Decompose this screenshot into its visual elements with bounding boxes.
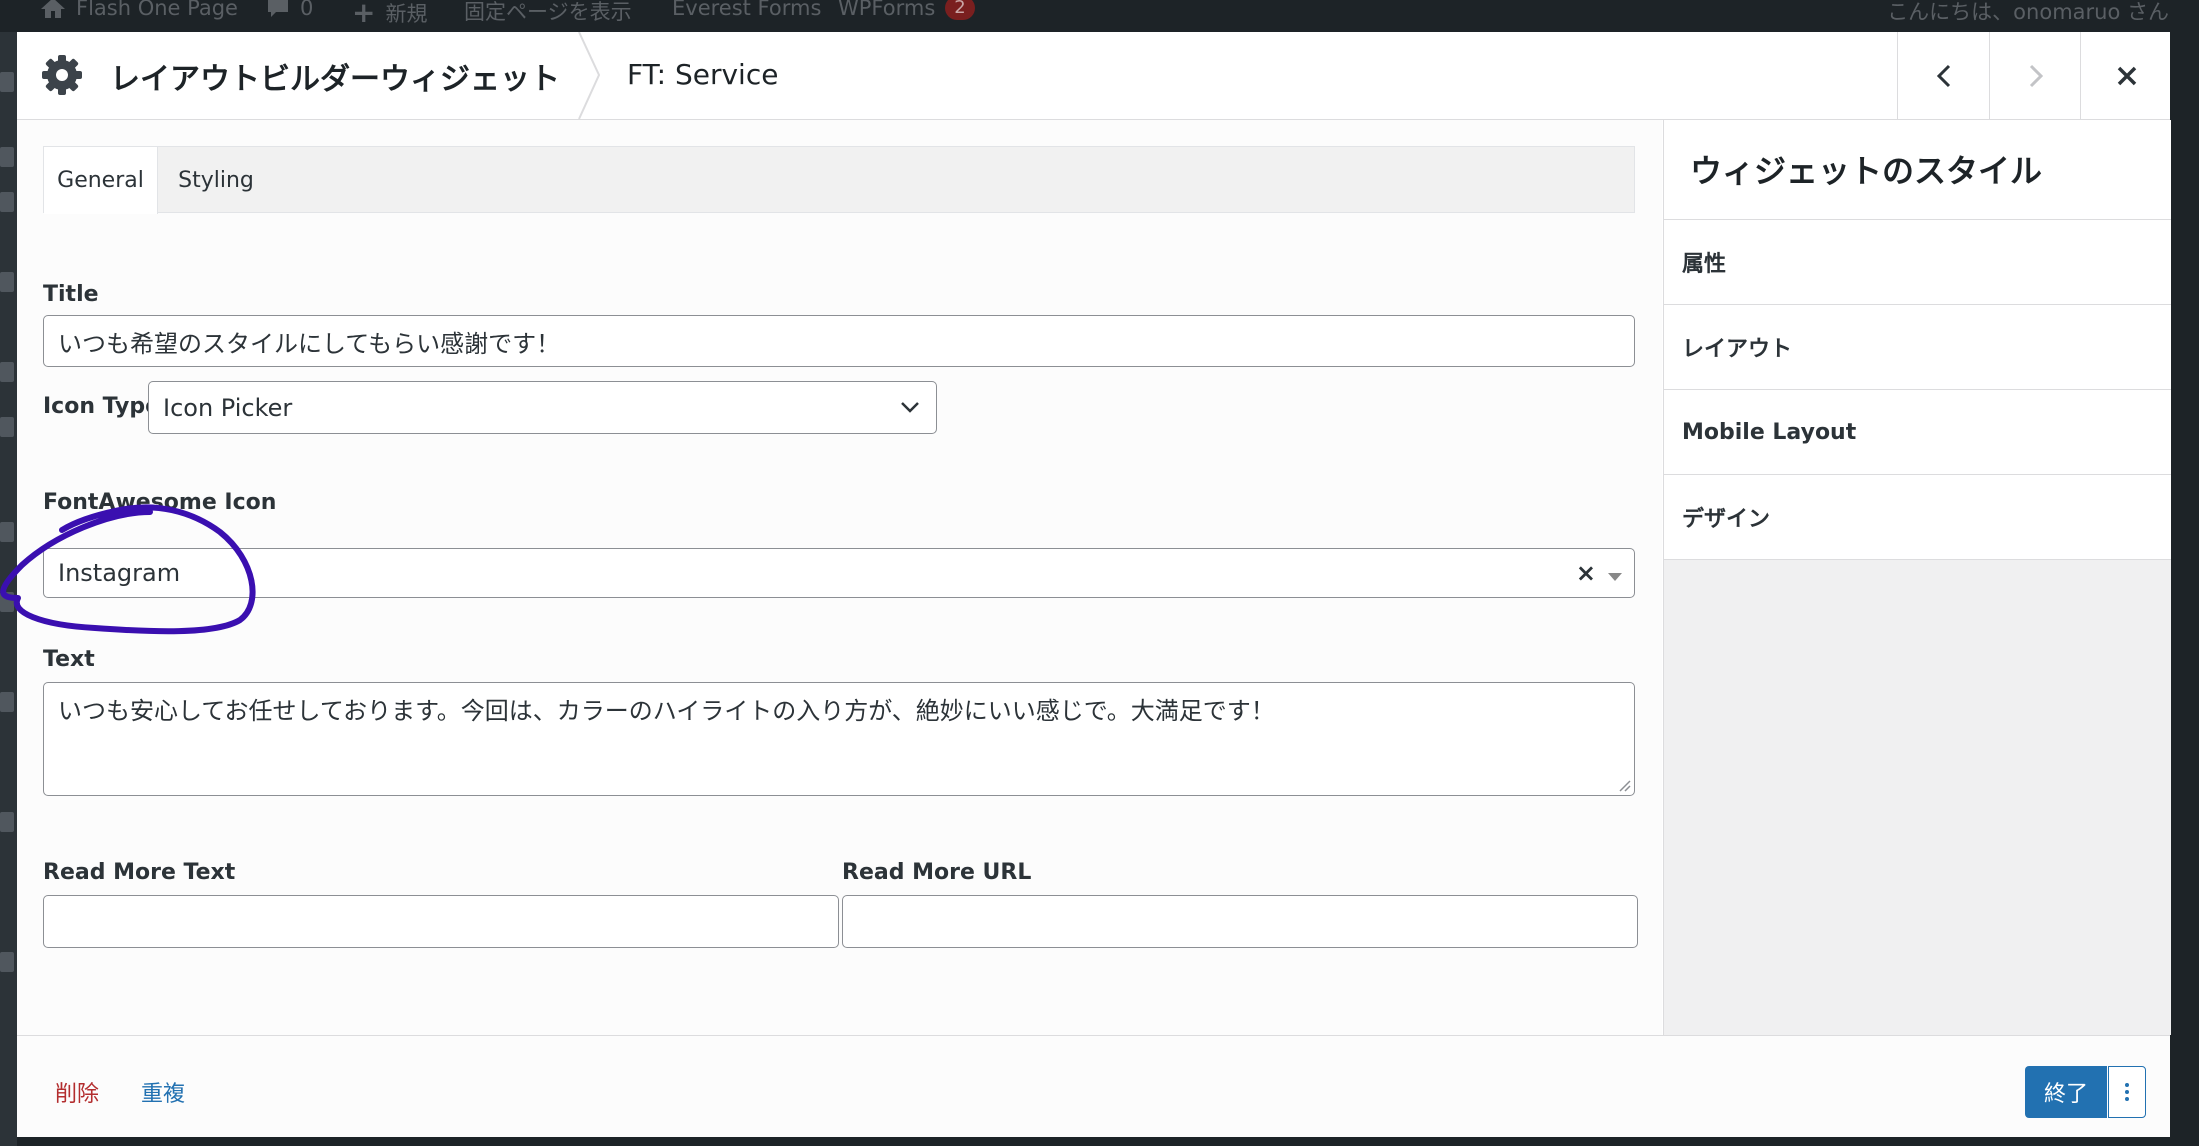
menu-icon xyxy=(0,192,14,212)
widget-form: General Styling Title いつも希望のスタイルにしてもらい感謝… xyxy=(17,120,1662,1035)
menu-icon xyxy=(0,72,14,92)
fontawesome-icon-value: Instagram xyxy=(58,559,181,587)
menu-icon xyxy=(0,692,14,712)
icon-type-select[interactable]: Icon Picker xyxy=(148,381,937,434)
section-mobile-layout[interactable]: Mobile Layout xyxy=(1664,390,2171,475)
site-name-link[interactable]: Flash One Page xyxy=(40,0,238,20)
next-widget-button[interactable] xyxy=(1989,32,2081,119)
icon-type-label: Icon Type xyxy=(43,394,161,419)
text-textarea[interactable]: いつも安心してお任せしております。今回は、カラーのハイライトの入り方が、絶妙にい… xyxy=(43,682,1635,796)
site-name: Flash One Page xyxy=(76,0,238,20)
title-input[interactable]: いつも希望のスタイルにしてもらい感謝です！ xyxy=(43,315,1635,367)
form-tabs: General Styling xyxy=(43,146,1635,214)
dialog-titlebar: レイアウトビルダーウィジェット FT: Service xyxy=(17,32,2170,120)
widget-builder-dialog: レイアウトビルダーウィジェット FT: Service General Styl… xyxy=(17,32,2171,1137)
breadcrumb-separator xyxy=(578,32,601,119)
view-page-label: 固定ページを表示 xyxy=(464,0,632,24)
wpforms-label: WPForms xyxy=(838,0,936,20)
previous-widget-button[interactable] xyxy=(1897,32,1989,119)
chevron-right-icon xyxy=(2029,64,2043,87)
section-attributes[interactable]: 属性 xyxy=(1664,220,2171,305)
tab-general[interactable]: General xyxy=(44,147,158,214)
widget-name: FT: Service xyxy=(627,58,779,91)
menu-icon xyxy=(0,417,14,437)
admin-side-menu xyxy=(0,32,17,1146)
more-options-button[interactable] xyxy=(2108,1066,2146,1118)
menu-icon xyxy=(0,147,14,167)
menu-icon xyxy=(0,522,14,542)
read-more-text-input[interactable] xyxy=(43,895,839,948)
done-button[interactable]: 終了 xyxy=(2025,1066,2107,1118)
icon-type-value: Icon Picker xyxy=(163,393,293,422)
gear-icon xyxy=(42,55,82,95)
everest-forms-label: Everest Forms xyxy=(672,0,822,20)
dialog-footer: 削除 重複 終了 xyxy=(17,1035,2170,1137)
new-label: 新規 xyxy=(385,1,428,26)
text-value: いつも安心してお任せしております。今回は、カラーのハイライトの入り方が、絶妙にい… xyxy=(58,697,1275,725)
style-panel-title: ウィジェットのスタイル xyxy=(1664,120,2171,220)
tab-styling[interactable]: Styling xyxy=(157,147,275,213)
wpforms-link[interactable]: WPForms 2 xyxy=(838,0,975,20)
menu-icon xyxy=(0,812,14,832)
close-icon xyxy=(2117,66,2136,85)
comment-icon xyxy=(268,0,288,17)
plus-icon: + xyxy=(352,0,376,29)
menu-icon xyxy=(0,272,14,292)
title-label: Title xyxy=(43,282,99,307)
section-layout[interactable]: レイアウト xyxy=(1664,305,2171,390)
admin-bar: Flash One Page 0 + 新規 固定ページを表示 Everest F… xyxy=(0,0,2199,32)
view-page-link[interactable]: 固定ページを表示 xyxy=(464,0,632,26)
duplicate-link[interactable]: 重複 xyxy=(141,1076,185,1108)
everest-forms-link[interactable]: Everest Forms xyxy=(672,0,821,20)
dialog-title: レイアウトビルダーウィジェット xyxy=(110,62,560,97)
chevron-left-icon xyxy=(1936,64,1950,87)
text-label: Text xyxy=(43,647,95,672)
menu-icon xyxy=(0,592,14,612)
wpforms-badge: 2 xyxy=(945,0,975,20)
fontawesome-icon-select[interactable]: Instagram × xyxy=(43,548,1635,598)
section-design[interactable]: デザイン xyxy=(1664,475,2171,560)
read-more-url-label: Read More URL xyxy=(842,860,1032,885)
widget-style-panel: ウィジェットのスタイル 属性 レイアウト Mobile Layout デザイン xyxy=(1663,120,2171,1035)
clear-selection-icon[interactable]: × xyxy=(1576,559,1596,587)
delete-link[interactable]: 削除 xyxy=(55,1076,99,1108)
comments-link[interactable]: 0 xyxy=(266,0,313,20)
resize-handle-icon[interactable] xyxy=(1617,778,1631,792)
read-more-text-label: Read More Text xyxy=(43,860,236,885)
new-content-link[interactable]: + 新規 xyxy=(352,0,427,29)
chevron-down-icon xyxy=(901,402,919,413)
home-icon xyxy=(41,0,65,18)
greeting: こんにちは、onomaruo さん xyxy=(1887,0,2169,24)
my-account-link[interactable]: こんにちは、onomaruo さん xyxy=(1887,0,2169,26)
dropdown-arrow-icon xyxy=(1608,573,1622,581)
close-dialog-button[interactable] xyxy=(2080,32,2172,119)
fontawesome-icon-label: FontAwesome Icon xyxy=(43,490,277,515)
menu-icon xyxy=(0,952,14,972)
vertical-dots-icon xyxy=(2125,1080,2129,1104)
read-more-url-input[interactable] xyxy=(842,895,1638,948)
comments-count: 0 xyxy=(300,0,314,20)
menu-icon xyxy=(0,362,14,382)
